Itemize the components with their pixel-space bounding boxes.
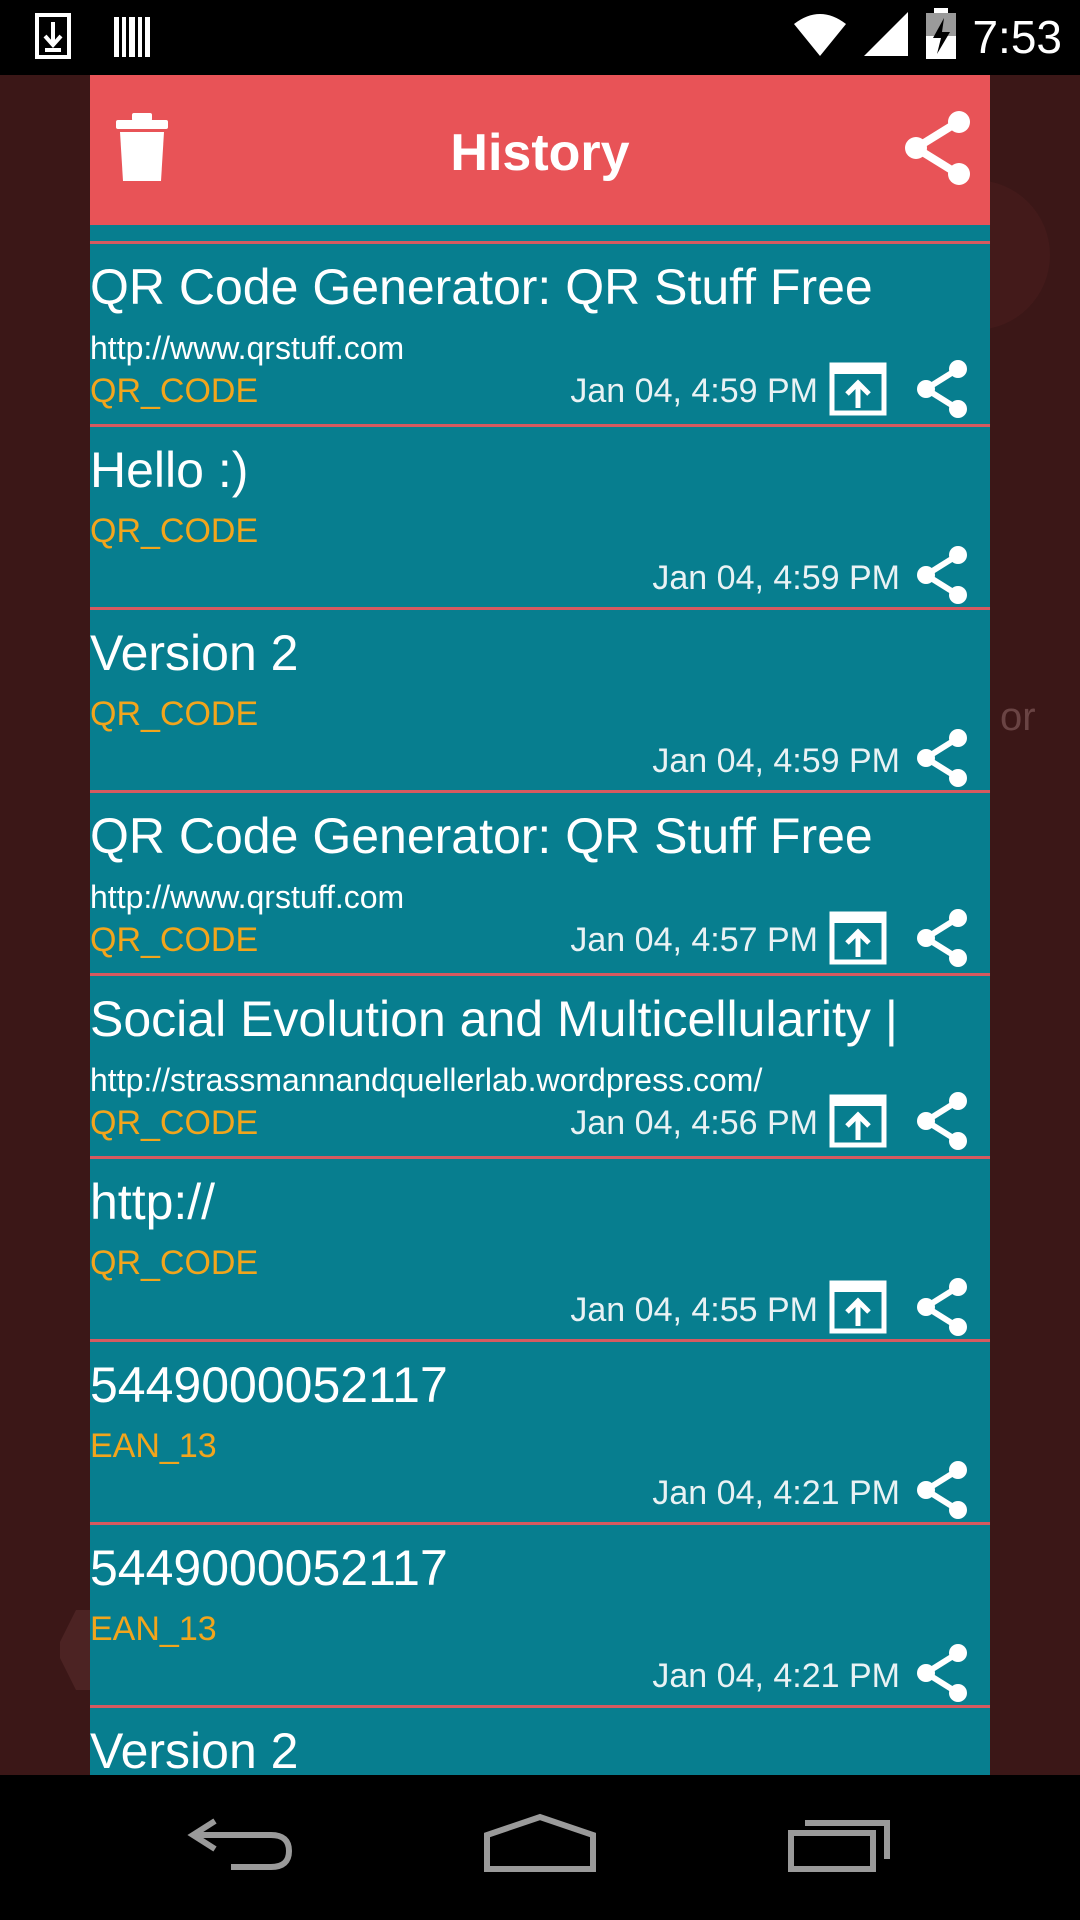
item-url: http://strassmannandquellerlab.wordpress…: [90, 1062, 763, 1098]
list-item[interactable]: 5449000052117 EAN_13 Jan 04, 4:21 PM: [90, 1525, 990, 1708]
share-icon: [914, 1091, 970, 1156]
dialog-title: History: [450, 124, 630, 182]
item-title: http://: [90, 1174, 216, 1230]
open-external-icon: [829, 362, 887, 421]
item-title: Version 2: [90, 1723, 299, 1775]
share-icon: [914, 1643, 970, 1708]
share-icon: [914, 1460, 970, 1525]
list-item[interactable]: http:// QR_CODE Jan 04, 4:55 PM: [90, 1159, 990, 1342]
share-button[interactable]: [910, 908, 974, 972]
item-title: Version 2: [90, 625, 299, 681]
navigation-bar: [0, 1775, 1080, 1920]
battery-icon: [924, 8, 958, 65]
share-history-button[interactable]: [898, 110, 978, 190]
open-external-icon: [829, 1280, 887, 1339]
item-timestamp: Jan 04, 4:57 PM: [570, 921, 818, 959]
item-type: EAN_13: [90, 1610, 217, 1648]
item-timestamp: Jan 04, 4:59 PM: [652, 742, 900, 780]
share-button[interactable]: [910, 1460, 974, 1524]
list-item[interactable]: Hello :) QR_CODE Jan 04, 4:59 PM: [90, 427, 990, 610]
share-button[interactable]: [910, 1091, 974, 1155]
item-timestamp: Jan 04, 4:55 PM: [570, 1291, 818, 1329]
signal-icon: [862, 10, 910, 63]
share-icon: [902, 110, 974, 191]
list-item[interactable]: 5449000052117 EAN_13 Jan 04, 4:21 PM: [90, 1342, 990, 1525]
share-icon: [914, 1277, 970, 1342]
open-button[interactable]: [826, 1091, 890, 1155]
list-item-partial: [90, 225, 990, 244]
share-button[interactable]: [910, 1277, 974, 1341]
recents-button[interactable]: [780, 1805, 900, 1885]
item-title: QR Code Generator: QR Stuff Free: [90, 259, 873, 315]
download-icon: [34, 12, 74, 67]
status-clock: 7:53: [972, 10, 1062, 63]
share-icon: [914, 908, 970, 973]
status-bar: 7:53: [0, 0, 1080, 75]
share-icon: [914, 359, 970, 424]
share-button[interactable]: [910, 545, 974, 609]
open-button[interactable]: [826, 908, 890, 972]
home-button[interactable]: [480, 1805, 600, 1885]
item-url: http://www.qrstuff.com: [90, 879, 405, 915]
share-button[interactable]: [910, 1643, 974, 1707]
barcode-icon: [112, 12, 152, 67]
history-list[interactable]: QR Code Generator: QR Stuff Free http://…: [90, 225, 990, 1775]
share-button[interactable]: [910, 359, 974, 423]
item-title: Hello :): [90, 442, 249, 498]
history-dialog: History QR Code Generator: QR Stuff Free…: [90, 75, 990, 1775]
share-icon: [914, 728, 970, 793]
item-timestamp: Jan 04, 4:21 PM: [652, 1657, 900, 1695]
item-type: QR_CODE: [90, 1244, 259, 1282]
item-type: QR_CODE: [90, 372, 259, 410]
home-icon: [483, 1813, 597, 1878]
list-item[interactable]: QR Code Generator: QR Stuff Free http://…: [90, 793, 990, 976]
recents-icon: [787, 1813, 893, 1878]
item-title: QR Code Generator: QR Stuff Free: [90, 808, 873, 864]
item-timestamp: Jan 04, 4:56 PM: [570, 1104, 818, 1142]
list-item[interactable]: QR Code Generator: QR Stuff Free http://…: [90, 244, 990, 427]
item-title: Social Evolution and Multicellularity |: [90, 991, 898, 1047]
item-type: QR_CODE: [90, 921, 259, 959]
share-button[interactable]: [910, 728, 974, 792]
open-button[interactable]: [826, 1277, 890, 1341]
item-title: 5449000052117: [90, 1540, 448, 1596]
item-type: EAN_13: [90, 1427, 217, 1465]
list-item[interactable]: Version 2 QR_CODE Jan 04, 4:59 PM: [90, 610, 990, 793]
item-timestamp: Jan 04, 4:59 PM: [570, 372, 818, 410]
back-button[interactable]: [180, 1805, 300, 1885]
wifi-icon: [792, 10, 848, 63]
item-timestamp: Jan 04, 4:59 PM: [652, 559, 900, 597]
open-external-icon: [829, 1094, 887, 1153]
item-timestamp: Jan 04, 4:21 PM: [652, 1474, 900, 1512]
item-type: QR_CODE: [90, 1104, 259, 1142]
item-title: 5449000052117: [90, 1357, 448, 1413]
item-type: QR_CODE: [90, 695, 259, 733]
back-icon: [185, 1813, 295, 1878]
item-type: QR_CODE: [90, 512, 259, 550]
share-icon: [914, 545, 970, 610]
list-item[interactable]: Social Evolution and Multicellularity | …: [90, 976, 990, 1159]
item-url: http://www.qrstuff.com: [90, 330, 405, 366]
list-item[interactable]: Version 2: [90, 1708, 990, 1775]
open-button[interactable]: [826, 359, 890, 423]
open-external-icon: [829, 911, 887, 970]
dialog-header: History: [90, 75, 990, 225]
background-partial-text: or: [1000, 695, 1036, 739]
